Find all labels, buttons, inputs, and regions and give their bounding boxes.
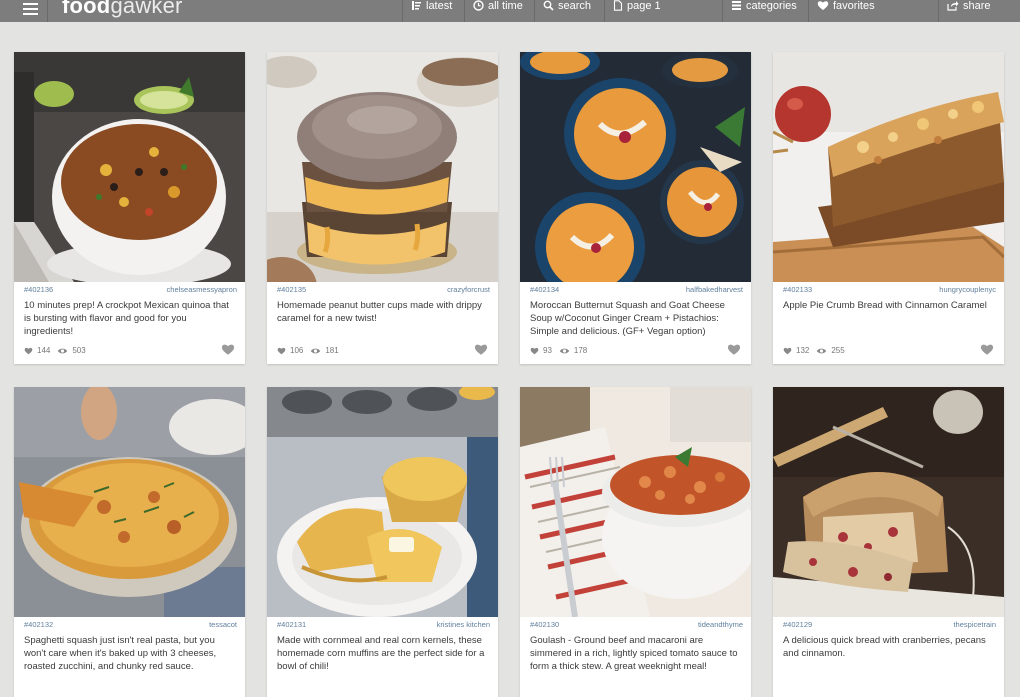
nav-favorites[interactable]: favorites	[808, 0, 883, 22]
nav-page-label: page 1	[627, 0, 661, 12]
nav-categories-label: categories	[746, 0, 797, 12]
recipe-card[interactable]: #402131 kristines kitchen Made with corn…	[267, 387, 498, 697]
like-count: 106	[290, 346, 304, 355]
recipe-card[interactable]: #402136 chelseasmessyapron 10 minutes pr…	[14, 52, 245, 364]
view-count: 181	[325, 346, 339, 355]
heart-icon	[817, 1, 829, 10]
recipe-stats: 106 181	[277, 346, 346, 355]
favorite-heart-icon[interactable]	[980, 343, 994, 356]
view-count: 503	[72, 346, 86, 355]
like-count: 144	[37, 346, 51, 355]
card-meta: #402133 hungrycouplenyc	[783, 285, 996, 295]
recipe-card[interactable]: #402134 halfbakedharvest Moroccan Butter…	[520, 52, 751, 364]
recipe-id[interactable]: #402130	[530, 620, 559, 629]
recipe-id[interactable]: #402132	[24, 620, 53, 629]
card-meta: #402134 halfbakedharvest	[530, 285, 743, 295]
recipe-description[interactable]: Apple Pie Crumb Bread with Cinnamon Cara…	[783, 299, 994, 312]
recipe-id[interactable]: #402134	[530, 285, 559, 294]
recipe-stats: 144 503	[24, 346, 93, 355]
card-meta: #402136 chelseasmessyapron	[24, 285, 237, 295]
top-nav-bar: foodgawker latest all time search page 1…	[0, 0, 1020, 22]
recipe-photo[interactable]	[520, 387, 751, 617]
nav-latest-label: latest	[426, 0, 453, 12]
recipe-card[interactable]: #402132 tessacot Spaghetti squash just i…	[14, 387, 245, 697]
eye-icon	[58, 348, 68, 353]
recipe-author[interactable]: kristines kitchen	[437, 620, 490, 629]
recipe-photo[interactable]	[520, 52, 751, 282]
nav-search-label: search	[558, 0, 592, 12]
heart-icon	[783, 347, 792, 354]
recipe-author[interactable]: hungrycouplenyc	[939, 285, 996, 294]
recipe-id[interactable]: #402129	[783, 620, 812, 629]
favorite-heart-icon[interactable]	[221, 343, 235, 356]
nav-categories[interactable]: categories	[722, 0, 805, 22]
recipe-author[interactable]: chelseasmessyapron	[167, 285, 237, 294]
recipe-id[interactable]: #402131	[277, 620, 306, 629]
recipe-photo[interactable]	[267, 52, 498, 282]
favorite-heart-icon[interactable]	[727, 343, 741, 356]
eye-icon	[817, 348, 827, 353]
recipe-stats: 132 255	[783, 346, 852, 355]
recipe-card[interactable]: #402133 hungrycouplenyc Apple Pie Crumb …	[773, 52, 1004, 364]
heart-icon	[277, 347, 286, 354]
hamburger-menu-icon	[23, 3, 38, 5]
nav-all-time[interactable]: all time	[464, 0, 531, 22]
recipe-photo[interactable]	[773, 52, 1004, 282]
recipe-photo[interactable]	[14, 387, 245, 617]
search-icon	[543, 0, 554, 11]
recipe-description[interactable]: Made with cornmeal and real corn kernels…	[277, 634, 488, 673]
site-logo[interactable]: foodgawker	[62, 0, 183, 19]
recipe-card[interactable]: #402129 thespicetrain A delicious quick …	[773, 387, 1004, 697]
view-count: 178	[573, 346, 588, 355]
recipe-id[interactable]: #402133	[783, 285, 812, 294]
card-meta: #402129 thespicetrain	[783, 620, 996, 630]
nav-all-time-label: all time	[488, 0, 523, 12]
eye-icon	[559, 348, 570, 353]
bar-list-icon	[412, 1, 421, 10]
recipe-photo[interactable]	[14, 52, 245, 282]
recipe-card[interactable]: #402135 crazyforcrust Homemade peanut bu…	[267, 52, 498, 364]
heart-icon	[530, 347, 539, 354]
card-meta: #402131 kristines kitchen	[277, 620, 490, 630]
recipe-description[interactable]: Homemade peanut butter cups made with dr…	[277, 299, 488, 325]
view-count: 255	[831, 346, 845, 355]
recipe-description[interactable]: A delicious quick bread with cranberries…	[783, 634, 994, 660]
nav-favorites-label: favorites	[833, 0, 875, 12]
recipe-author[interactable]: crazyforcrust	[447, 285, 490, 294]
recipe-stats: 93 178	[530, 346, 594, 355]
clock-icon	[473, 0, 484, 11]
like-count: 93	[543, 346, 552, 355]
share-icon	[947, 1, 959, 11]
recipe-photo[interactable]	[773, 387, 1004, 617]
eye-icon	[311, 348, 321, 353]
recipe-author[interactable]: tessacot	[209, 620, 237, 629]
recipe-id[interactable]: #402135	[277, 285, 306, 294]
recipe-card[interactable]: #402130 tideandthyme Goulash - Ground be…	[520, 387, 751, 697]
recipe-description[interactable]: Spaghetti squash just isn't real pasta, …	[24, 634, 235, 673]
recipe-description[interactable]: 10 minutes prep! A crockpot Mexican quin…	[24, 299, 235, 338]
card-meta: #402132 tessacot	[24, 620, 237, 630]
heart-icon	[24, 347, 33, 354]
nav-share[interactable]: share	[938, 0, 999, 22]
recipe-id[interactable]: #402136	[24, 285, 53, 294]
card-meta: #402135 crazyforcrust	[277, 285, 490, 295]
like-count: 132	[796, 346, 810, 355]
nav-page[interactable]: page 1	[604, 0, 669, 22]
favorite-heart-icon[interactable]	[474, 343, 488, 356]
nav-search[interactable]: search	[534, 0, 599, 22]
menu-button[interactable]	[8, 0, 48, 22]
recipe-author[interactable]: tideandthyme	[698, 620, 743, 629]
nav-latest[interactable]: latest	[402, 0, 460, 22]
recipe-description[interactable]: Goulash - Ground beef and macaroni are s…	[530, 634, 741, 673]
recipe-photo[interactable]	[267, 387, 498, 617]
recipe-author[interactable]: halfbakedharvest	[686, 285, 743, 294]
recipe-author[interactable]: thespicetrain	[953, 620, 996, 629]
categories-icon	[732, 1, 741, 10]
recipe-description[interactable]: Moroccan Butternut Squash and Goat Chees…	[530, 299, 741, 338]
nav-share-label: share	[963, 0, 991, 12]
page-icon	[613, 0, 623, 11]
card-meta: #402130 tideandthyme	[530, 620, 743, 630]
